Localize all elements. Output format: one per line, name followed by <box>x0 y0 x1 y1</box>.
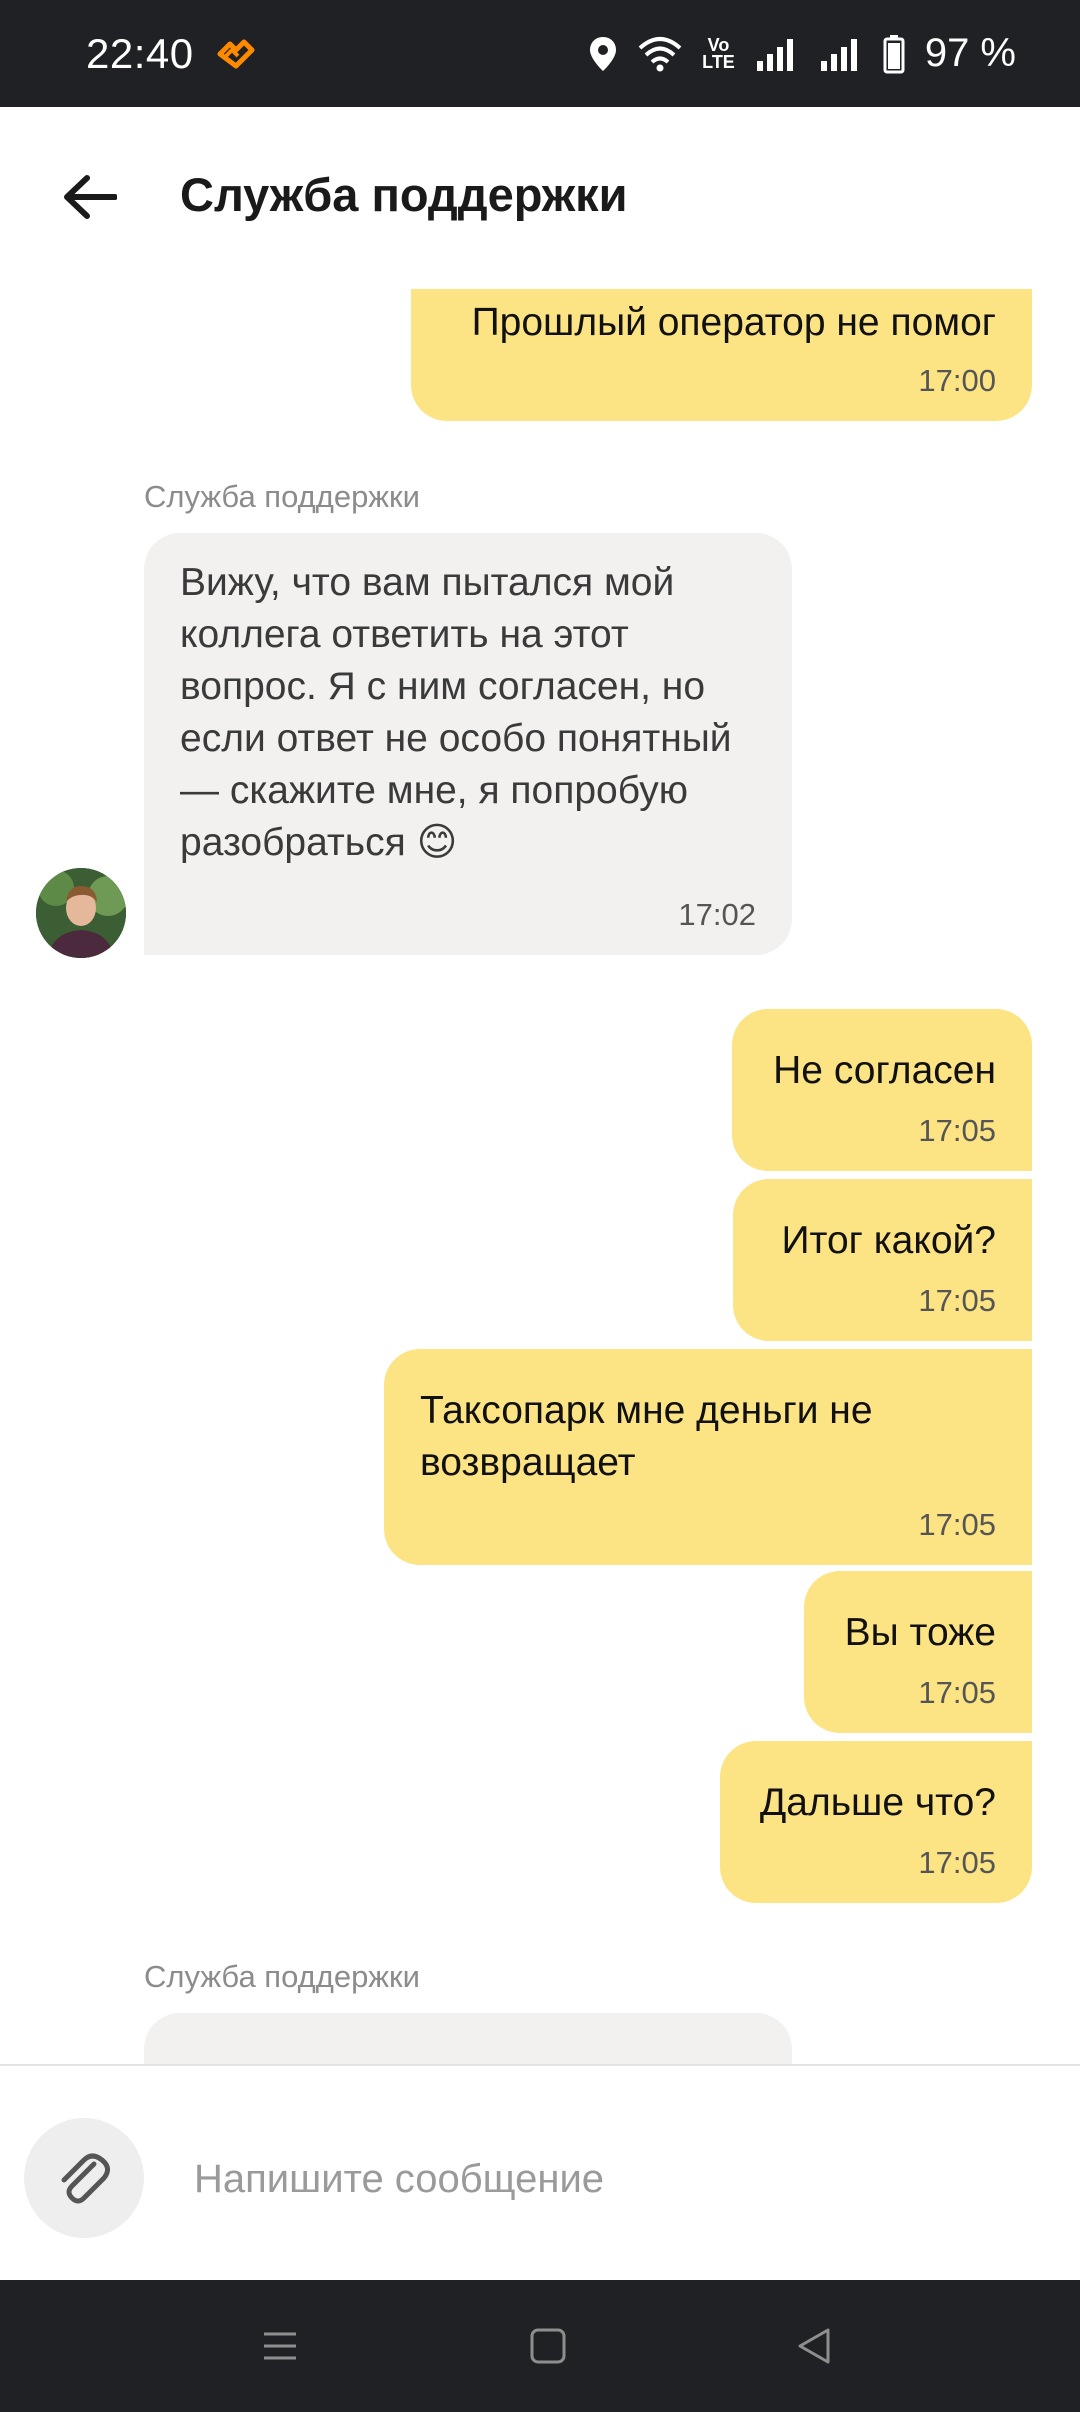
volte-line-1: Vo <box>707 34 730 55</box>
menu-icon <box>264 2332 296 2360</box>
message-time: 17:05 <box>918 1507 996 1542</box>
message-bubble[interactable]: Таксопарк мне деньги не возвращает 17:05 <box>384 1349 1032 1565</box>
signal-icon <box>755 37 799 71</box>
message-time: 17:00 <box>918 363 996 398</box>
status-icons: Vo LTE 97 % <box>588 31 1016 76</box>
message-text: Вижу, что вам пытался мой коллега ответи… <box>180 561 732 864</box>
volte-line-2: LTE <box>702 51 735 72</box>
message-bubble[interactable]: Не согласен 17:05 <box>732 1009 1032 1171</box>
attach-button[interactable] <box>24 2118 144 2238</box>
message-text: Таксопарк мне деньги не возвращает <box>420 1389 873 1484</box>
home-icon <box>530 2328 566 2364</box>
page-title: Служба поддержки <box>180 168 628 221</box>
back-icon <box>798 2328 830 2364</box>
app-header: Служба поддержки <box>0 107 1080 289</box>
battery-icon <box>883 34 905 74</box>
message-time: 17:05 <box>918 1113 996 1148</box>
message-bubble[interactable]: Итог какой? 17:05 <box>733 1179 1032 1341</box>
battery-percent: 97 % <box>924 31 1016 75</box>
message-text: Прошлый оператор не помог <box>471 301 996 344</box>
back-nav-button[interactable] <box>790 2322 838 2370</box>
sender-label: Служба поддержки <box>144 479 420 514</box>
activity-icon <box>216 34 256 74</box>
message-bubble-partial[interactable] <box>144 2013 792 2064</box>
location-icon <box>588 35 618 73</box>
chat-list[interactable]: Прошлый оператор не помог 17:00 Служба п… <box>0 289 1080 2064</box>
sender-label: Служба поддержки <box>144 1959 420 1994</box>
message-text: Итог какой? <box>781 1219 996 1262</box>
signal-icon <box>819 37 863 71</box>
status-time: 22:40 <box>86 29 194 77</box>
avatar[interactable] <box>36 868 126 958</box>
message-time: 17:02 <box>678 897 756 932</box>
back-button[interactable] <box>58 165 122 229</box>
menu-button[interactable] <box>256 2322 304 2370</box>
paperclip-icon <box>61 2153 110 2204</box>
message-bubble[interactable]: Вижу, что вам пытался мой коллега ответи… <box>144 533 792 955</box>
message-time: 17:05 <box>918 1283 996 1318</box>
message-text: Вы тоже <box>844 1611 996 1654</box>
volte-icon: Vo LTE <box>702 34 735 72</box>
message-input[interactable] <box>192 2148 1036 2210</box>
status-bar: 22:40 Vo LTE 97 % <box>0 0 1080 107</box>
message-time: 17:05 <box>918 1845 996 1880</box>
message-composer <box>0 2064 1080 2280</box>
message-text: Не согласен <box>773 1049 996 1092</box>
wifi-icon <box>638 36 682 72</box>
system-nav-bar <box>0 2280 1080 2412</box>
message-bubble[interactable]: Дальше что? 17:05 <box>720 1741 1032 1903</box>
message-text: Дальше что? <box>759 1781 996 1824</box>
message-time: 17:05 <box>918 1675 996 1710</box>
message-bubble[interactable]: Вы тоже 17:05 <box>804 1571 1032 1733</box>
arrow-left-icon <box>64 175 117 219</box>
home-button[interactable] <box>524 2322 572 2370</box>
message-bubble[interactable]: Прошлый оператор не помог 17:00 <box>411 289 1032 421</box>
